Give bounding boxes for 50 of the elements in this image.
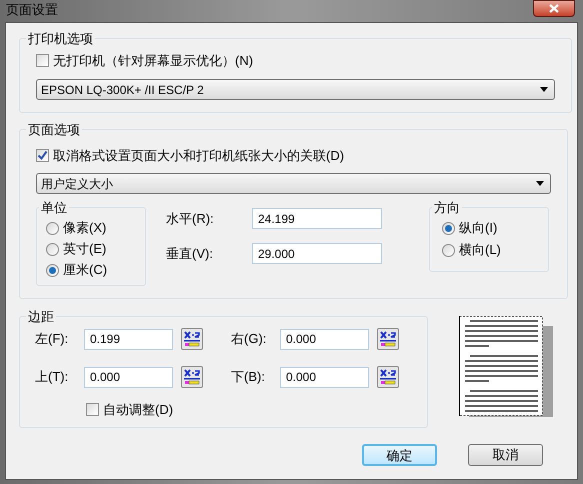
dropdown[interactable]: EPSON LQ-300K+ /II ESC/P 2 (36, 79, 555, 100)
field-label: 右(G): (231, 330, 268, 348)
radio-label: 横向(L) (459, 241, 501, 260)
edit-button[interactable] (377, 366, 399, 388)
edit-button[interactable] (181, 366, 203, 388)
input-field[interactable]: 24.199 (252, 208, 382, 229)
pencil-icon (183, 331, 201, 347)
radio-label: 厘米(C) (63, 261, 108, 280)
pencil-icon (379, 369, 397, 385)
group-title: 打印机选项 (27, 30, 94, 48)
field-label: 上(T): (35, 368, 70, 386)
dialog-button[interactable]: 确定 (362, 444, 437, 466)
radio-button[interactable] (46, 264, 59, 276)
checkbox[interactable] (86, 403, 99, 416)
edit-button[interactable] (181, 328, 203, 350)
dropdown-arrow-icon (540, 87, 548, 92)
input-field[interactable]: 29.000 (252, 243, 382, 264)
field-label: 左(F): (35, 330, 70, 348)
dropdown[interactable]: 用户定义大小 (36, 173, 551, 194)
checkbox-label: 自动调整(D) (103, 401, 174, 419)
radio-label: 英寸(E) (63, 240, 106, 258)
radio-button[interactable] (46, 242, 59, 256)
field-label: 垂直(V): (166, 244, 214, 263)
group-title: 方向 (433, 199, 461, 217)
group-title: 单位 (40, 199, 68, 217)
checkbox-label: 无打印机（针对屏幕显示优化）(N) (53, 52, 254, 70)
group-title: 边距 (27, 308, 55, 326)
input-field[interactable]: 0.199 (84, 328, 173, 350)
checkbox-label: 取消格式设置页面大小和打印机纸张大小的关联(D) (53, 146, 344, 165)
radio-button[interactable] (442, 244, 455, 256)
group-title: 页面选项 (27, 121, 81, 139)
field-label: 下(B): (231, 368, 266, 386)
radio-button[interactable] (46, 222, 59, 234)
edit-button[interactable] (377, 328, 399, 350)
dropdown-arrow-icon (536, 181, 544, 186)
pencil-icon (183, 369, 201, 385)
radio-label: 像素(X) (63, 219, 106, 238)
close-icon (549, 4, 559, 13)
checkbox[interactable] (36, 54, 49, 67)
dialog-button[interactable]: 取消 (468, 444, 543, 466)
radio-label: 纵向(I) (459, 219, 498, 238)
close-button[interactable] (533, 0, 575, 17)
pencil-icon (379, 331, 397, 347)
checkbox[interactable] (36, 148, 49, 162)
input-field[interactable]: 0.000 (280, 328, 369, 350)
input-field[interactable]: 0.000 (280, 366, 369, 388)
field-label: 水平(R): (166, 210, 215, 228)
input-field[interactable]: 0.000 (84, 366, 173, 388)
radio-button[interactable] (442, 222, 455, 234)
window-title: 页面设置 (6, 1, 58, 19)
